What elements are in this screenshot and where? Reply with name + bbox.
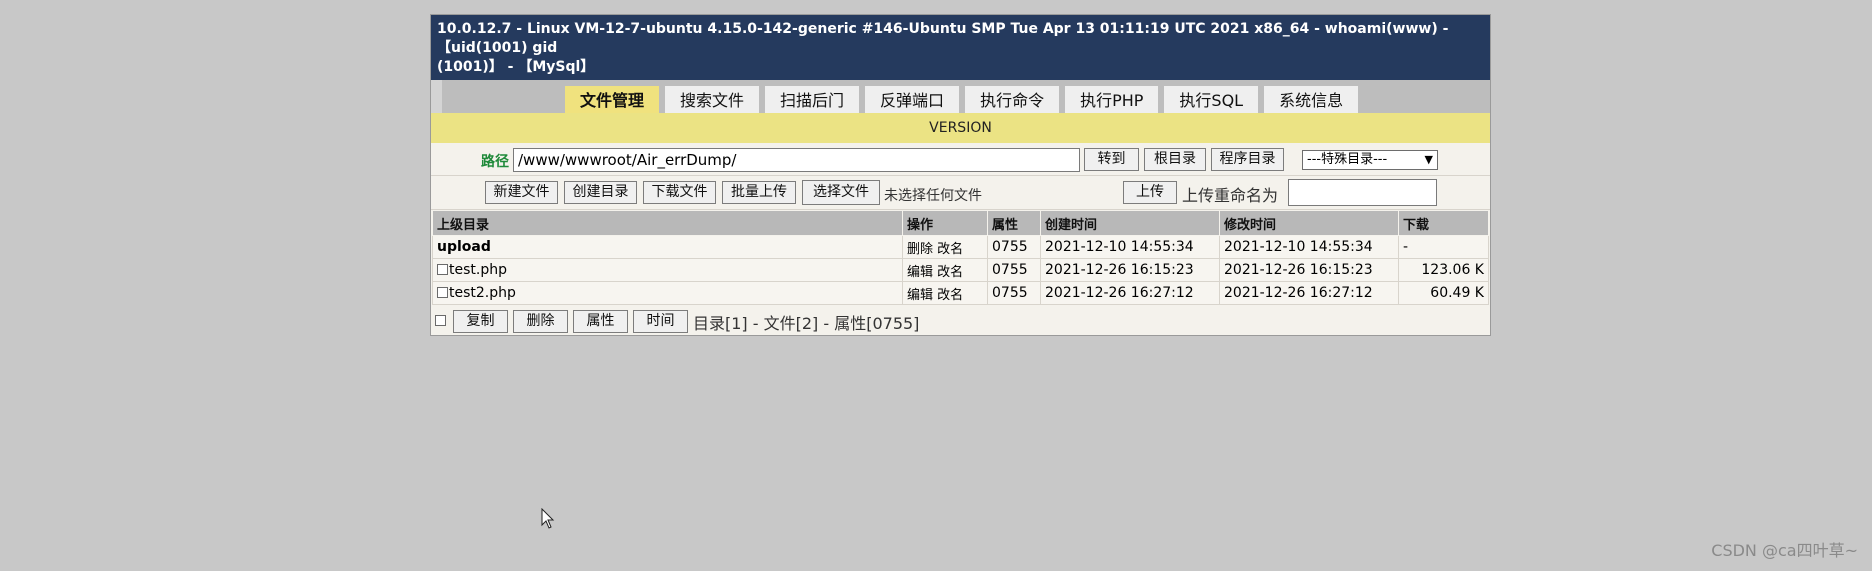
no-file-chosen-text: 未选择任何文件	[884, 188, 982, 204]
path-input[interactable]: /www/wwwroot/Air_errDump/	[513, 148, 1080, 172]
row-created: 2021-12-10 14:55:34	[1040, 235, 1220, 259]
batch-upload-button[interactable]: 批量上传	[722, 181, 796, 204]
toolbar-row: 新建文件 创建目录 下载文件 批量上传 选择文件 未选择任何文件 上传 上传重命…	[431, 176, 1490, 210]
row-actions[interactable]: 删除 改名	[902, 235, 988, 259]
table-header-row: 上级目录 操作 属性 创建时间 修改时间 下载	[432, 210, 1489, 236]
attr-button[interactable]: 属性	[573, 310, 628, 333]
root-dir-button[interactable]: 根目录	[1144, 148, 1206, 171]
row-checkbox[interactable]	[437, 264, 448, 275]
tab-system-info[interactable]: 系统信息	[1264, 86, 1359, 113]
row-actions[interactable]: 编辑 改名	[902, 258, 988, 282]
file-name-cell: test.php	[432, 258, 903, 282]
tab-exec-command[interactable]: 执行命令	[965, 86, 1060, 113]
upload-rename-label: 上传重命名为	[1182, 186, 1279, 205]
download-file-button[interactable]: 下载文件	[643, 181, 716, 204]
upload-button[interactable]: 上传	[1123, 181, 1177, 204]
goto-button[interactable]: 转到	[1084, 148, 1139, 171]
select-all-checkbox[interactable]	[435, 315, 446, 326]
file-name-cell: test2.php	[432, 281, 903, 305]
file-name-link[interactable]: test2.php	[449, 285, 516, 301]
table-row: test.php 编辑 改名 0755 2021-12-26 16:15:23 …	[432, 258, 1489, 282]
create-dir-button[interactable]: 创建目录	[564, 181, 637, 204]
chevron-down-icon: ▼	[1424, 153, 1433, 166]
copy-button[interactable]: 复制	[453, 310, 508, 333]
table-row: test2.php 编辑 改名 0755 2021-12-26 16:27:12…	[432, 281, 1489, 305]
dir-summary: 目录[1] - 文件[2] - 属性[0755]	[693, 314, 920, 333]
special-dir-select[interactable]: ---特殊目录--- ▼	[1302, 150, 1438, 170]
server-info-line1: 10.0.12.7 - Linux VM-12-7-ubuntu 4.15.0-…	[437, 21, 1449, 56]
row-attr[interactable]: 0755	[987, 281, 1041, 305]
row-created: 2021-12-26 16:15:23	[1040, 258, 1220, 282]
col-created: 创建时间	[1040, 210, 1220, 236]
file-manager-panel: 10.0.12.7 - Linux VM-12-7-ubuntu 4.15.0-…	[430, 14, 1491, 336]
col-download: 下载	[1398, 210, 1489, 236]
row-modified[interactable]: 2021-12-10 14:55:34	[1219, 235, 1399, 259]
row-attr[interactable]: 0755	[987, 235, 1041, 259]
tab-file-manager[interactable]: 文件管理	[565, 86, 660, 113]
row-size[interactable]: 60.49 K	[1398, 281, 1489, 305]
row-modified[interactable]: 2021-12-26 16:15:23	[1219, 258, 1399, 282]
tab-scan-backdoor[interactable]: 扫描后门	[765, 86, 860, 113]
path-row: 路径 /www/wwwroot/Air_errDump/ 转到 根目录 程序目录…	[431, 143, 1490, 176]
row-size: -	[1398, 235, 1489, 259]
dir-name-link[interactable]: upload	[432, 235, 903, 259]
col-attributes: 属性	[987, 210, 1041, 236]
tab-search-files[interactable]: 搜索文件	[665, 86, 760, 113]
row-actions[interactable]: 编辑 改名	[902, 281, 988, 305]
special-dir-select-value: ---特殊目录---	[1307, 152, 1388, 167]
watermark: CSDN @ca四叶草~	[1711, 541, 1858, 560]
upload-rename-input[interactable]	[1288, 179, 1437, 206]
tab-exec-sql[interactable]: 执行SQL	[1164, 86, 1259, 113]
server-info-bar: 10.0.12.7 - Linux VM-12-7-ubuntu 4.15.0-…	[431, 15, 1490, 80]
version-bar: VERSION	[431, 113, 1490, 143]
col-operations: 操作	[902, 210, 988, 236]
col-parent-dir[interactable]: 上级目录	[432, 210, 903, 236]
row-attr[interactable]: 0755	[987, 258, 1041, 282]
delete-button[interactable]: 删除	[513, 310, 568, 333]
table-row: upload 删除 改名 0755 2021-12-10 14:55:34 20…	[432, 235, 1489, 259]
tab-reverse-port[interactable]: 反弹端口	[865, 86, 960, 113]
new-file-button[interactable]: 新建文件	[485, 181, 558, 204]
choose-file-button[interactable]: 选择文件	[802, 180, 880, 205]
row-created: 2021-12-26 16:27:12	[1040, 281, 1220, 305]
col-modified: 修改时间	[1219, 210, 1399, 236]
mouse-cursor-icon	[541, 508, 555, 529]
file-name-link[interactable]: test.php	[449, 262, 507, 278]
program-dir-button[interactable]: 程序目录	[1211, 148, 1284, 171]
row-modified[interactable]: 2021-12-26 16:27:12	[1219, 281, 1399, 305]
time-button[interactable]: 时间	[633, 310, 688, 333]
tab-bar: 文件管理 搜索文件 扫描后门 反弹端口 执行命令 执行PHP 执行SQL 系统信…	[431, 80, 1490, 113]
tab-exec-php[interactable]: 执行PHP	[1065, 86, 1159, 113]
row-size[interactable]: 123.06 K	[1398, 258, 1489, 282]
row-checkbox[interactable]	[437, 287, 448, 298]
bulk-actions-row: 复制 删除 属性 时间 目录[1] - 文件[2] - 属性[0755]	[431, 305, 1490, 335]
file-table: 上级目录 操作 属性 创建时间 修改时间 下载 upload 删除 改名 075…	[432, 210, 1489, 305]
path-label: 路径	[481, 154, 509, 170]
server-info-line2: (1001)】 - 【MySql】	[437, 59, 595, 75]
